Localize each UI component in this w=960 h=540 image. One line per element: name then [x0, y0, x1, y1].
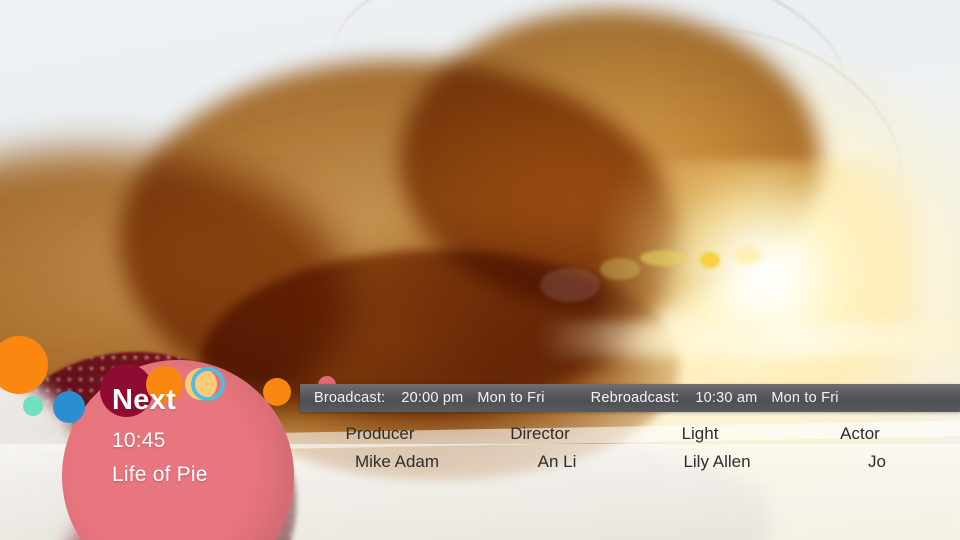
- credit-name-cell-producer: Mike Adam: [300, 452, 460, 472]
- credit-name-actor: Jo: [868, 452, 886, 471]
- credits-names-row: Mike Adam An Li Lily Allen Jo: [300, 452, 960, 472]
- credit-name-cell-director: An Li: [460, 452, 620, 472]
- credit-name-light: Lily Allen: [683, 452, 751, 471]
- credit-role-light: Light: [681, 424, 719, 443]
- next-heading: Next: [112, 384, 177, 416]
- credit-name-cell-actor: Jo: [780, 452, 940, 472]
- credit-role-director: Director: [510, 424, 570, 443]
- next-title: Life of Pie: [112, 463, 208, 486]
- credit-name-producer: Mike Adam: [354, 452, 440, 471]
- credit-col-light: Light: [620, 424, 780, 444]
- mint-circle-small: [23, 396, 43, 416]
- rebroadcast-label: Rebroadcast:: [590, 390, 680, 406]
- next-program-text: Next 10:45 Life of Pie: [112, 384, 302, 486]
- credit-role-actor: Actor: [840, 424, 880, 443]
- credit-role-producer: Producer: [345, 424, 415, 443]
- broadcast-bar: Broadcast: 20:00 pm Mon to Fri Rebroadca…: [300, 384, 960, 412]
- broadcast-days: Mon to Fri: [477, 390, 545, 406]
- tv-epg-screen: Producer Director Light Actor Mike Adam …: [0, 0, 960, 540]
- credit-col-producer: Producer: [300, 424, 460, 444]
- credits-block: Producer Director Light Actor Mike Adam …: [300, 420, 960, 482]
- credit-name-director: An Li: [537, 452, 577, 471]
- next-time: 10:45: [112, 429, 166, 452]
- credit-name-cell-light: Lily Allen: [620, 452, 780, 472]
- broadcast-time: 20:00 pm: [401, 390, 464, 406]
- credit-col-actor: Actor: [780, 424, 940, 444]
- rebroadcast-time: 10:30 am: [695, 390, 758, 406]
- credit-col-director: Director: [460, 424, 620, 444]
- credits-roles-row: Producer Director Light Actor: [300, 424, 960, 444]
- blue-circle: [53, 391, 85, 423]
- broadcast-label: Broadcast:: [314, 390, 386, 406]
- rebroadcast-days: Mon to Fri: [771, 390, 839, 406]
